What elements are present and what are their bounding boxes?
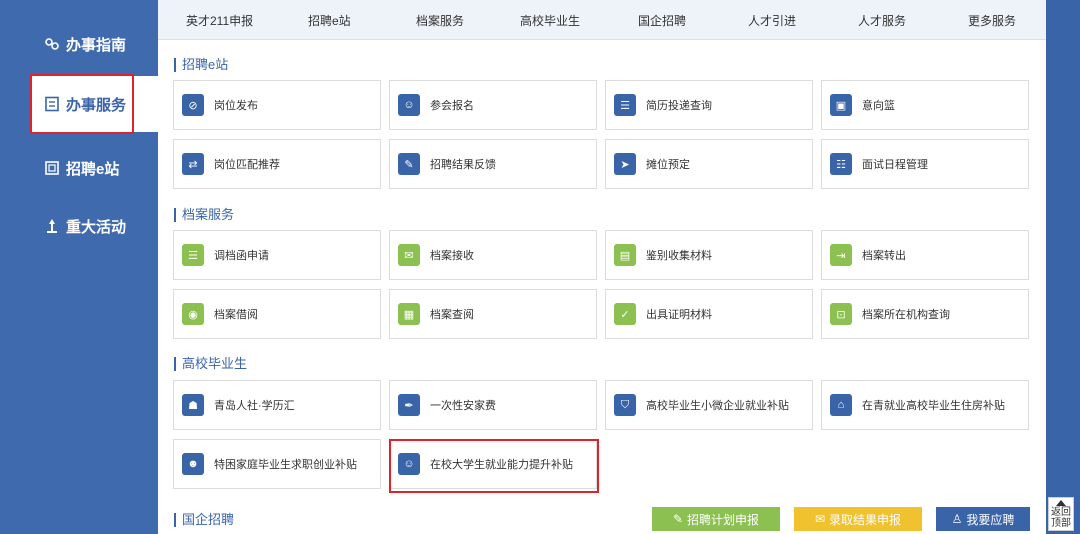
service-card[interactable]: ☺ 在校大学生就业能力提升补贴: [389, 439, 597, 489]
certificate-icon: ✓: [614, 303, 636, 325]
topnav-item[interactable]: 人才服务: [858, 12, 906, 29]
sidebar-item-services[interactable]: 办事服务: [30, 76, 170, 132]
shield-icon: ⛉: [614, 394, 636, 416]
result-apply-button[interactable]: ✉ 录取结果申报: [794, 507, 922, 531]
service-card[interactable]: ☺ 参会报名: [389, 80, 597, 130]
search-icon: ⊡: [830, 303, 852, 325]
link-icon: [44, 36, 60, 52]
service-card[interactable]: ➤ 摊位预定: [605, 139, 813, 189]
topnav-item[interactable]: 英才211申报: [186, 12, 253, 29]
document-icon: [44, 96, 60, 112]
clipboard-icon: [44, 160, 60, 176]
request-icon: ☰: [182, 244, 204, 266]
back-to-top-button[interactable]: 返回 顶部: [1048, 497, 1074, 531]
service-card[interactable]: ✓ 出具证明材料: [605, 289, 813, 339]
service-card[interactable]: ⌂ 在青就业高校毕业生住房补贴: [821, 380, 1029, 430]
service-card[interactable]: ☰ 调档函申请: [173, 230, 381, 280]
sidebar-item-label: 招聘e站: [66, 160, 120, 178]
student-icon: ☺: [398, 453, 420, 475]
no-entry-icon: ⊘: [182, 94, 204, 116]
section-title: 高校毕业生: [174, 357, 247, 371]
service-card[interactable]: ⛉ 高校毕业生小微企业就业补贴: [605, 380, 813, 430]
service-card[interactable]: ✉ 档案接收: [389, 230, 597, 280]
service-card[interactable]: ▦ 档案查阅: [389, 289, 597, 339]
service-card[interactable]: ✒ 一次性安家费: [389, 380, 597, 430]
service-card[interactable]: ✎ 招聘结果反馈: [389, 139, 597, 189]
topnav-item[interactable]: 档案服务: [416, 12, 464, 29]
service-card[interactable]: ☰ 简历投递查询: [605, 80, 813, 130]
transfer-icon: ⇥: [830, 244, 852, 266]
sidebar-item-events[interactable]: 重大活动: [0, 198, 158, 254]
interview-icon: ☷: [830, 153, 852, 175]
topnav-item[interactable]: 招聘e站: [308, 12, 351, 29]
service-card[interactable]: ☻ 特困家庭毕业生求职创业补贴: [173, 439, 381, 489]
people-icon: ☺: [398, 94, 420, 116]
plan-apply-button[interactable]: ✎ 招聘计划申报: [652, 507, 780, 531]
main-content: 英才211申报 招聘e站 档案服务 高校毕业生 国企招聘 人才引进 人才服务 更…: [158, 0, 1046, 534]
apply-job-button[interactable]: ♙ 我要应聘: [936, 507, 1030, 531]
match-icon: ⇄: [182, 153, 204, 175]
identify-icon: ▤: [614, 244, 636, 266]
service-card[interactable]: ☷ 面试日程管理: [821, 139, 1029, 189]
top-navigation: 英才211申报 招聘e站 档案服务 高校毕业生 国企招聘 人才引进 人才服务 更…: [158, 0, 1046, 40]
pen-icon: ✒: [398, 394, 420, 416]
sidebar-item-label: 办事服务: [66, 96, 127, 114]
sidebar-item-recruit[interactable]: 招聘e站: [0, 140, 158, 196]
service-card[interactable]: ◉ 档案借阅: [173, 289, 381, 339]
topnav-item[interactable]: 高校毕业生: [520, 12, 580, 29]
left-sidebar: 办事指南 办事服务 招聘e站 重大活动: [0, 0, 170, 534]
send-icon: ➤: [614, 153, 636, 175]
topnav-item[interactable]: 更多服务: [968, 12, 1016, 29]
service-card[interactable]: ⊡ 档案所在机构查询: [821, 289, 1029, 339]
receive-icon: ✉: [398, 244, 420, 266]
right-strip: [1046, 0, 1080, 534]
view-icon: ▦: [398, 303, 420, 325]
mail-icon: ✉: [814, 512, 826, 526]
service-card[interactable]: ☗ 青岛人社·学历汇: [173, 380, 381, 430]
torch-icon: [44, 218, 60, 234]
sidebar-item-label: 重大活动: [66, 218, 127, 236]
service-card[interactable]: ▤ 鉴别收集材料: [605, 230, 813, 280]
edit-icon: ✎: [672, 512, 684, 526]
section-title: 档案服务: [174, 208, 234, 222]
section-title: 招聘e站: [174, 58, 228, 72]
house-icon: ⌂: [830, 394, 852, 416]
topnav-item[interactable]: 国企招聘: [638, 12, 686, 29]
sidebar-item-label: 办事指南: [66, 36, 127, 54]
sidebar-item-guide[interactable]: 办事指南: [0, 16, 158, 72]
graduate-icon: ☗: [182, 394, 204, 416]
basket-icon: ▣: [830, 94, 852, 116]
arrow-up-icon: [1056, 500, 1066, 506]
feedback-icon: ✎: [398, 153, 420, 175]
resume-icon: ☰: [614, 94, 636, 116]
service-card[interactable]: ⇥ 档案转出: [821, 230, 1029, 280]
section-title: 国企招聘: [174, 513, 234, 527]
topnav-item[interactable]: 人才引进: [748, 12, 796, 29]
person-icon: ♙: [951, 512, 963, 526]
person-icon: ☻: [182, 453, 204, 475]
service-card[interactable]: ⇄ 岗位匹配推荐: [173, 139, 381, 189]
service-card[interactable]: ▣ 意向篮: [821, 80, 1029, 130]
borrow-icon: ◉: [182, 303, 204, 325]
service-card[interactable]: ⊘ 岗位发布: [173, 80, 381, 130]
